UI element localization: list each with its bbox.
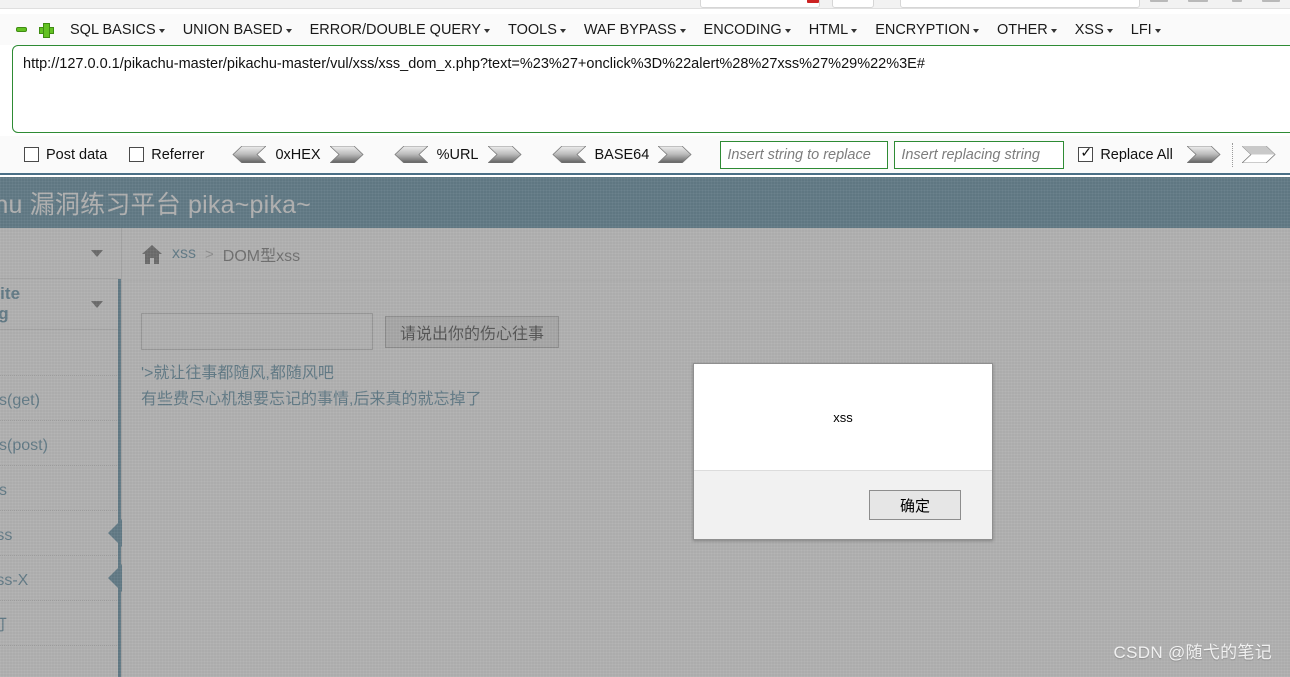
watermark: CSDN @随弋的笔记 (1114, 638, 1272, 663)
encoder-base64-group: BASE64 (550, 146, 695, 163)
browser-toolbar-icon-a[interactable] (1150, 0, 1168, 2)
menu-waf-bypass-label: WAF BYPASS (584, 22, 677, 38)
menu-html[interactable]: HTML (809, 22, 857, 38)
menu-sql-basics[interactable]: SQL BASICS (70, 22, 165, 38)
chevron-left-icon[interactable] (392, 146, 428, 163)
chevron-right-icon[interactable] (330, 146, 366, 163)
referrer-label: Referrer (151, 147, 204, 163)
browser-toolbar-icon-d[interactable] (1262, 0, 1280, 2)
hackbar-menubar: SQL BASICS UNION BASED ERROR/DOUBLE QUER… (0, 14, 1290, 45)
chevron-down-icon (785, 29, 791, 33)
chevron-left-icon[interactable] (550, 146, 586, 163)
menu-tools-label: TOOLS (508, 22, 557, 38)
chevron-down-icon (286, 29, 292, 33)
menu-waf-bypass[interactable]: WAF BYPASS (584, 22, 686, 38)
execute-split-chevron-right-icon[interactable] (1242, 146, 1278, 163)
menu-encryption-label: ENCRYPTION (875, 22, 970, 38)
chevron-right-icon[interactable] (488, 146, 524, 163)
chevron-down-icon (1107, 29, 1113, 33)
menu-encoding-label: ENCODING (704, 22, 782, 38)
referrer-checkbox[interactable]: Referrer (129, 147, 204, 163)
menu-html-label: HTML (809, 22, 848, 38)
menu-encryption[interactable]: ENCRYPTION (875, 22, 979, 38)
chevron-down-icon (484, 29, 490, 33)
checkbox-box-icon (24, 147, 39, 162)
encoder-hex-group: 0xHEX (230, 146, 365, 163)
menu-sql-basics-label: SQL BASICS (70, 22, 156, 38)
plus-icon[interactable] (39, 23, 52, 36)
checkbox-checked-icon (1078, 147, 1093, 162)
post-data-label: Post data (46, 147, 107, 163)
browser-toolbar-icon-c[interactable] (1232, 0, 1242, 2)
menu-other-label: OTHER (997, 22, 1048, 38)
menu-error-double-query-label: ERROR/DOUBLE QUERY (310, 22, 481, 38)
menu-other[interactable]: OTHER (997, 22, 1057, 38)
menu-tools[interactable]: TOOLS (508, 22, 566, 38)
menu-lfi[interactable]: LFI (1131, 22, 1161, 38)
alert-dialog: xss 确定 (693, 363, 993, 540)
alert-message: xss (833, 410, 853, 425)
chevron-down-icon (680, 29, 686, 33)
checkbox-box-icon (129, 147, 144, 162)
alert-footer: 确定 (694, 471, 992, 539)
menu-xss-label: XSS (1075, 22, 1104, 38)
post-data-checkbox[interactable]: Post data (24, 147, 107, 163)
browser-record-indicator (807, 0, 819, 3)
menu-error-double-query[interactable]: ERROR/DOUBLE QUERY (310, 22, 490, 38)
replace-search-input[interactable]: Insert string to replace (720, 141, 888, 169)
chevron-down-icon (1155, 29, 1161, 33)
browser-chrome-field-1[interactable] (700, 0, 820, 8)
alert-body: xss (694, 364, 992, 471)
browser-chrome-sliver (0, 0, 1290, 14)
browser-chrome-field-3[interactable] (900, 0, 1140, 8)
replace-all-checkbox[interactable]: Replace All (1078, 147, 1173, 163)
chevron-right-icon[interactable] (658, 146, 694, 163)
chevron-left-icon[interactable] (230, 146, 266, 163)
encoder-url-group: %URL (392, 146, 524, 163)
menu-xss[interactable]: XSS (1075, 22, 1113, 38)
chevron-down-icon (560, 29, 566, 33)
execute-chevron-right-icon[interactable] (1187, 146, 1223, 163)
browser-chrome-field-2[interactable] (832, 0, 874, 8)
chevron-down-icon (851, 29, 857, 33)
alert-ok-button[interactable]: 确定 (869, 490, 961, 520)
menu-encoding[interactable]: ENCODING (704, 22, 791, 38)
replace-with-input[interactable]: Insert replacing string (894, 141, 1064, 169)
browser-toolbar-icon-b[interactable] (1188, 0, 1208, 2)
chevron-down-icon (159, 29, 165, 33)
encoder-url-label: %URL (437, 147, 479, 163)
minus-icon[interactable] (16, 27, 27, 32)
menu-union-based-label: UNION BASED (183, 22, 283, 38)
url-input[interactable]: http://127.0.0.1/pikachu-master/pikachu-… (12, 45, 1290, 133)
chevron-down-icon (973, 29, 979, 33)
hackbar-options-bar: Post data Referrer 0xHEX %URL (0, 136, 1290, 175)
encoder-hex-label: 0xHEX (275, 147, 320, 163)
menu-union-based[interactable]: UNION BASED (183, 22, 292, 38)
modal-backdrop (0, 177, 1290, 677)
toolbar-divider (1232, 143, 1233, 167)
encoder-base64-label: BASE64 (595, 147, 650, 163)
menu-lfi-label: LFI (1131, 22, 1152, 38)
replace-all-label: Replace All (1100, 147, 1173, 163)
chevron-down-icon (1051, 29, 1057, 33)
